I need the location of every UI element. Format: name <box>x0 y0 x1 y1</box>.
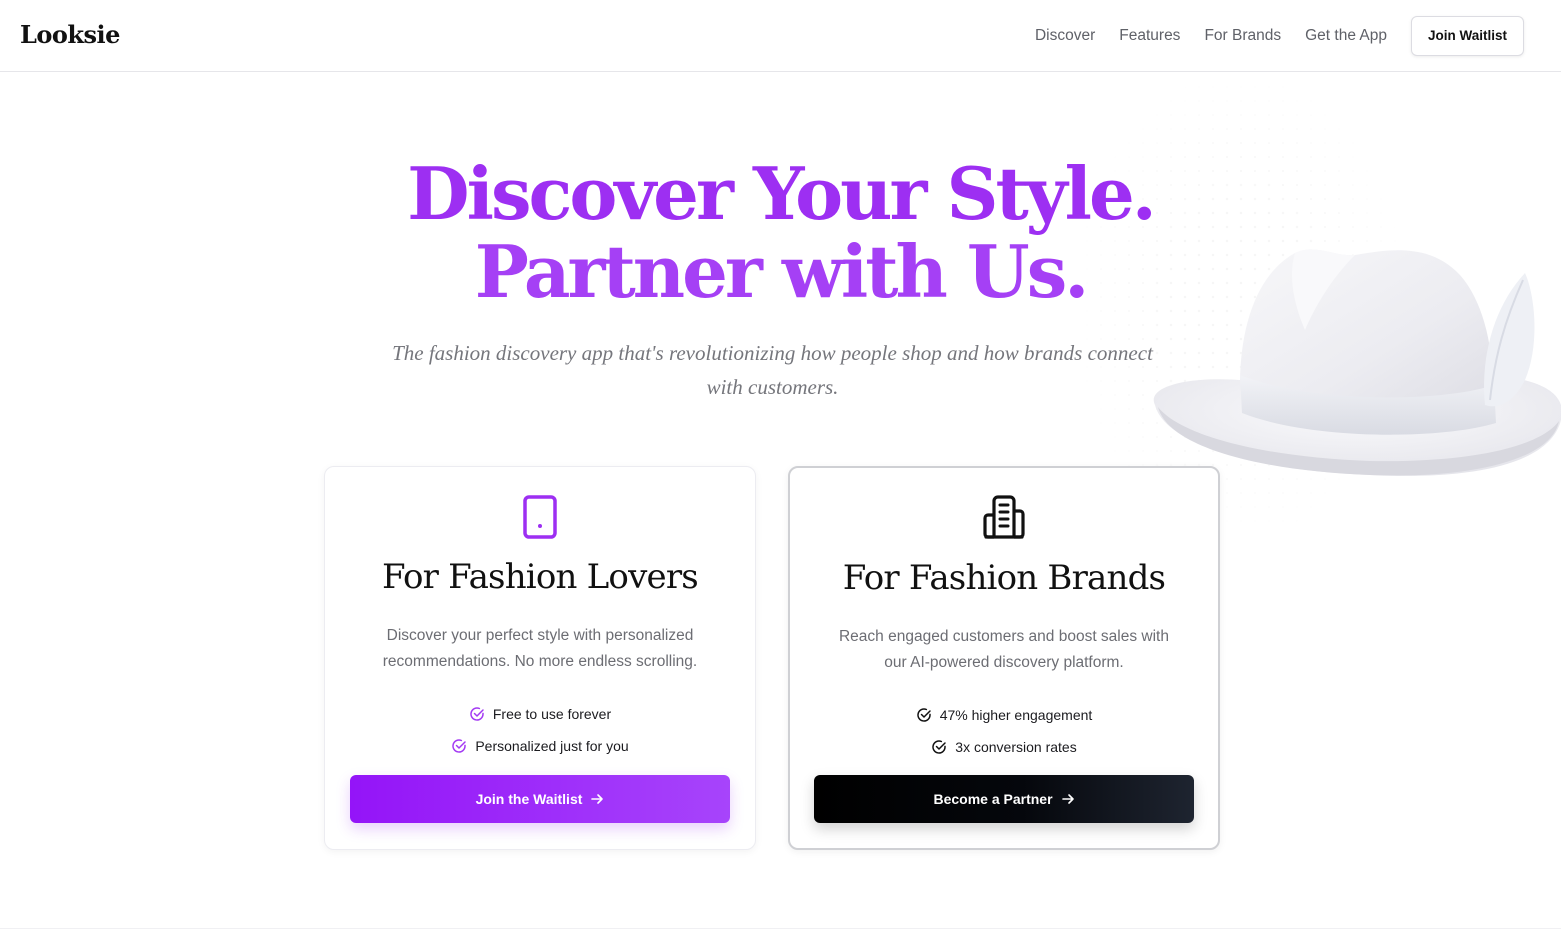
check-circle-icon <box>916 708 931 722</box>
nav-link-for-brands[interactable]: For Brands <box>1204 27 1281 45</box>
feature-item: Free to use forever <box>325 698 755 730</box>
card-title: For Fashion Lovers <box>382 557 699 597</box>
arrow-right-icon <box>591 794 604 804</box>
check-circle-icon <box>470 707 484 721</box>
hero-subtitle: The fashion discovery app that's revolut… <box>392 341 1153 399</box>
site-header: Looksie Discover Features For Brands Get… <box>0 0 1561 72</box>
become-a-partner-button[interactable]: Become a Partner <box>814 775 1194 823</box>
hero-title-line-2: Partner with Us. <box>474 229 1090 314</box>
check-circle-icon <box>932 740 947 754</box>
feature-list: Free to use forever Personalized just fo… <box>325 698 755 762</box>
brand-logo[interactable]: Looksie <box>20 20 120 49</box>
check-circle-icon <box>452 739 467 753</box>
fashion-brands-card: For Fashion Brands Reach engaged custome… <box>788 466 1220 850</box>
card-description: Reach engaged customers and boost sales … <box>838 628 1169 671</box>
button-label: Become a Partner <box>933 791 1053 807</box>
feature-text: 47% higher engagement <box>939 707 1093 723</box>
feature-item: Personalized just for you <box>325 730 755 762</box>
hero-title: Discover Your Style. Partner with Us. <box>0 155 1561 311</box>
nav-link-get-the-app[interactable]: Get the App <box>1305 27 1387 45</box>
button-label: Join the Waitlist <box>475 791 583 807</box>
card-description: Discover your perfect style with persona… <box>382 627 698 670</box>
fashion-lovers-card: For Fashion Lovers Discover your perfect… <box>324 466 756 850</box>
feature-item: 47% higher engagement <box>790 699 1218 731</box>
feature-item: 3x conversion rates <box>790 731 1218 763</box>
feature-text: 3x conversion rates <box>955 739 1077 755</box>
feature-text: Free to use forever <box>492 706 612 722</box>
building-icon <box>983 495 1025 539</box>
feature-text: Personalized just for you <box>475 738 629 754</box>
feature-list: 47% higher engagement 3x conversion rate… <box>790 699 1218 763</box>
card-title: For Fashion Brands <box>842 558 1166 598</box>
join-the-waitlist-button[interactable]: Join the Waitlist <box>350 775 730 823</box>
nav-link-features[interactable]: Features <box>1119 27 1180 45</box>
phone-icon <box>523 495 557 539</box>
hero-title-line-1: Discover Your Style. <box>407 151 1157 236</box>
join-waitlist-button[interactable]: Join Waitlist <box>1410 15 1524 56</box>
nav-link-discover[interactable]: Discover <box>1035 27 1095 45</box>
section-divider <box>0 928 1561 929</box>
main-nav: Discover Features For Brands Get the App… <box>1011 0 1524 71</box>
arrow-right-icon <box>1061 794 1074 804</box>
